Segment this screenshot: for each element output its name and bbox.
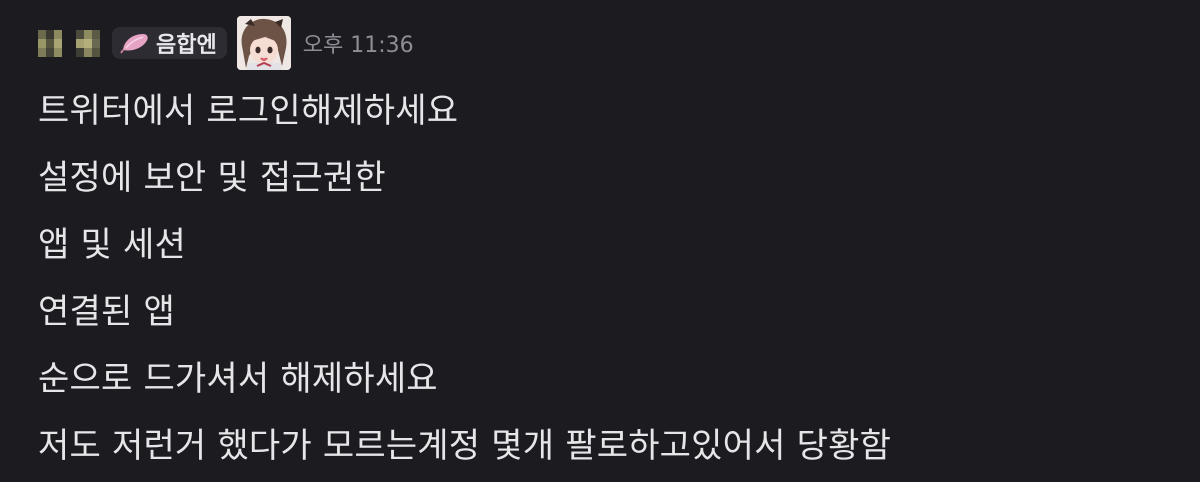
role-tag-label: 음합엔 xyxy=(156,33,217,58)
pixelated-name-char xyxy=(76,29,100,57)
anime-character-avatar xyxy=(236,16,291,70)
message-timestamp: 오후 11:36 xyxy=(302,33,414,58)
message-line: 순으로 드가셔서 해제하세요 xyxy=(38,359,438,399)
message-line: 저도 저런거 했다가 모르는계정 몇개 팔로하고있어서 당황함 xyxy=(38,426,892,466)
message-line: 트위터에서 로그인해제하세요 xyxy=(38,91,459,131)
message-line: 설정에 보안 및 접근권한 xyxy=(38,158,386,198)
message-line: 앱 및 세션 xyxy=(38,225,186,265)
username-pixelated[interactable] xyxy=(38,29,100,57)
avatar[interactable] xyxy=(236,16,291,70)
message-header: 음합엔 오후 11:36 xyxy=(38,16,1180,70)
pink-petal-icon xyxy=(120,34,148,54)
message-line: 연결된 앱 xyxy=(38,292,175,332)
message-content: 트위터에서 로그인해제하세요 설정에 보안 및 접근권한 앱 및 세션 연결된 … xyxy=(38,78,1180,480)
pixelated-name-char xyxy=(38,29,62,57)
chat-message: 음합엔 오후 11:36 트위터에서 로그인해제하세요 설정에 보안 및 접근권… xyxy=(38,16,1180,480)
role-tag[interactable]: 음합엔 xyxy=(112,27,227,59)
